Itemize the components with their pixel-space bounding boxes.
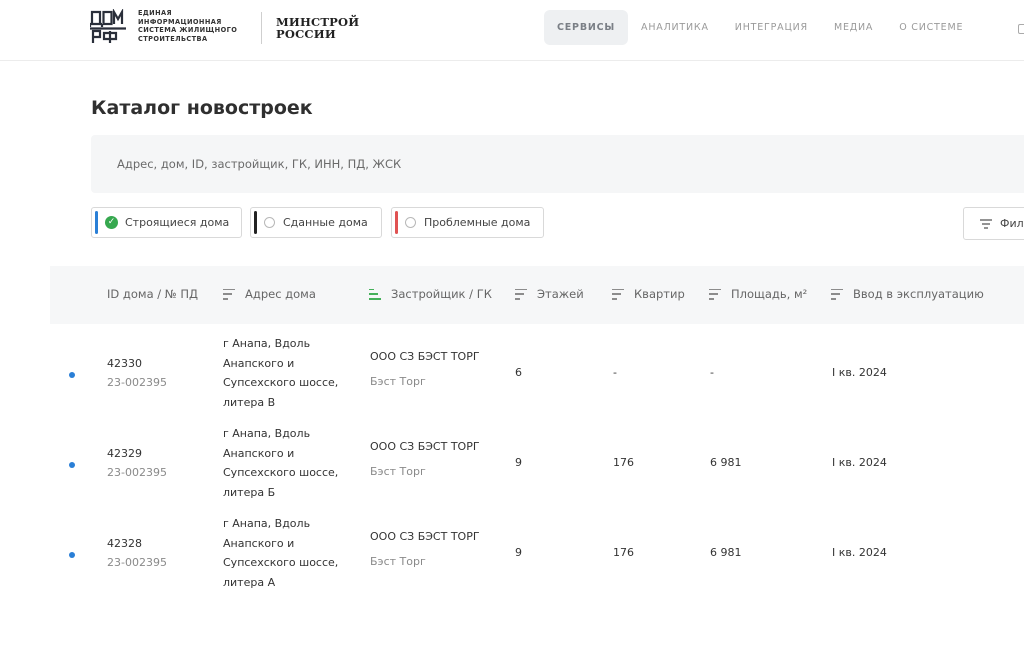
top-header: ЕДИНАЯ ИНФОРМАЦИОННАЯ СИСТЕМА ЖИЛИЩНОГО …	[0, 0, 1024, 61]
address-line: г Анапа, Вдоль	[223, 337, 311, 350]
table-row[interactable]: 42328 23-002395 г Анапа, Вдоль Анапского…	[0, 508, 1024, 598]
sort-icon	[612, 288, 624, 300]
developer-name[interactable]: ООО СЗ БЭСТ ТОРГ	[370, 530, 480, 543]
filter-chip-problem[interactable]: Проблемные дома	[391, 207, 544, 238]
logo-divider	[261, 12, 262, 44]
pd-number: 23-002395	[107, 466, 167, 479]
house-id[interactable]: 42329	[107, 447, 142, 460]
search-input[interactable]	[91, 135, 1024, 193]
column-label: Адрес дома	[245, 287, 316, 301]
column-label: Ввод в эксплуатацию	[853, 287, 984, 301]
nav-analytics[interactable]: АНАЛИТИКА	[628, 10, 722, 45]
status-color-bar	[395, 211, 398, 234]
address-line: литера В	[223, 395, 276, 409]
house-id[interactable]: 42328	[107, 537, 142, 550]
developer-group[interactable]: Бэст Торг	[370, 375, 426, 388]
house-address: г Анапа, Вдоль Анапского и Супсехского ш…	[223, 334, 343, 412]
commissioning-date: I кв. 2024	[832, 366, 887, 379]
radio-circle-icon	[264, 217, 275, 228]
status-dot	[69, 462, 75, 468]
filter-chip-building[interactable]: ✓ Строящиеся дома	[91, 207, 242, 238]
area-value: 6 981	[710, 546, 742, 559]
developer-name[interactable]: ООО СЗ БЭСТ ТОРГ	[370, 350, 480, 363]
house-id[interactable]: 42330	[107, 357, 142, 370]
status-color-bar	[95, 211, 98, 234]
column-floors[interactable]: Этажей	[515, 287, 584, 301]
address-line: литера Б	[223, 485, 276, 499]
column-flats[interactable]: Квартир	[612, 287, 685, 301]
sort-icon	[709, 288, 721, 300]
filter-chip-label: Строящиеся дома	[125, 216, 230, 229]
developer-name[interactable]: ООО СЗ БЭСТ ТОРГ	[370, 440, 480, 453]
column-address[interactable]: Адрес дома	[223, 287, 316, 301]
column-label: Застройщик / ГК	[391, 287, 492, 301]
filters-button[interactable]: Фил	[963, 207, 1024, 240]
area-value: 6 981	[710, 456, 742, 469]
column-id[interactable]: ID дома / № ПД	[107, 287, 198, 301]
address-line: Анапского и	[223, 356, 295, 370]
account-icon[interactable]	[1018, 24, 1024, 34]
flats-count: -	[613, 366, 617, 379]
logo-caption: ЕДИНАЯ ИНФОРМАЦИОННАЯ СИСТЕМА ЖИЛИЩНОГО …	[138, 9, 238, 43]
flats-count: 176	[613, 456, 634, 469]
radio-circle-icon	[405, 217, 416, 228]
column-developer[interactable]: Застройщик / ГК	[369, 287, 492, 301]
address-line: г Анапа, Вдоль	[223, 517, 311, 530]
developer-group[interactable]: Бэст Торг	[370, 555, 426, 568]
table-row[interactable]: 42329 23-002395 г Анапа, Вдоль Анапского…	[0, 418, 1024, 508]
column-label: Этажей	[537, 287, 584, 301]
sort-icon	[515, 288, 527, 300]
nav-about[interactable]: О СИСТЕМЕ	[886, 10, 976, 45]
filters-button-label: Фил	[1000, 217, 1024, 230]
filter-icon	[980, 218, 992, 229]
address-line: Супсехского шоссе,	[223, 556, 339, 569]
sort-icon	[831, 288, 843, 300]
address-line: Супсехского шоссе,	[223, 376, 339, 389]
nav-integration[interactable]: ИНТЕГРАЦИЯ	[722, 10, 821, 45]
nav-media[interactable]: МЕДИА	[821, 10, 886, 45]
floors-count: 9	[515, 456, 522, 469]
table-header: ID дома / № ПД Адрес дома Застройщик / Г…	[50, 266, 1024, 324]
ministry-logo-text[interactable]: МИНСТРОЙ РОССИИ	[276, 16, 359, 40]
nav-services[interactable]: СЕРВИСЫ	[544, 10, 629, 45]
dom-rf-logo-icon[interactable]	[90, 9, 126, 45]
commissioning-date: I кв. 2024	[832, 456, 887, 469]
column-label: Площадь, м²	[731, 287, 808, 301]
commissioning-date: I кв. 2024	[832, 546, 887, 559]
floors-count: 6	[515, 366, 522, 379]
area-value: -	[710, 366, 714, 379]
column-label: Квартир	[634, 287, 685, 301]
flats-count: 176	[613, 546, 634, 559]
pd-number: 23-002395	[107, 376, 167, 389]
column-label: ID дома / № ПД	[107, 287, 199, 301]
table-row[interactable]: 42330 23-002395 г Анапа, Вдоль Анапского…	[0, 328, 1024, 418]
sort-active-icon	[369, 288, 381, 300]
filter-chip-completed[interactable]: Сданные дома	[250, 207, 382, 238]
house-address: г Анапа, Вдоль Анапского и Супсехского ш…	[223, 424, 343, 502]
address-line: Анапского и	[223, 446, 295, 460]
main-nav: СЕРВИСЫ АНАЛИТИКА ИНТЕГРАЦИЯ МЕДИА О СИС…	[544, 10, 976, 45]
status-color-bar	[254, 211, 257, 234]
status-dot	[69, 372, 75, 378]
column-area[interactable]: Площадь, м²	[709, 287, 807, 301]
address-line: литера А	[223, 575, 276, 589]
column-commissioning[interactable]: Ввод в эксплуатацию	[831, 287, 984, 301]
house-address: г Анапа, Вдоль Анапского и Супсехского ш…	[223, 514, 343, 592]
pd-number: 23-002395	[107, 556, 167, 569]
address-line: г Анапа, Вдоль	[223, 427, 311, 440]
address-line: Анапского и	[223, 536, 295, 550]
page-title: Каталог новостроек	[91, 97, 313, 119]
sort-icon	[223, 288, 235, 300]
filter-chip-label: Проблемные дома	[424, 216, 531, 229]
floors-count: 9	[515, 546, 522, 559]
status-dot	[69, 552, 75, 558]
filter-chip-label: Сданные дома	[283, 216, 368, 229]
check-circle-icon: ✓	[105, 216, 118, 229]
developer-group[interactable]: Бэст Торг	[370, 465, 426, 478]
address-line: Супсехского шоссе,	[223, 466, 339, 479]
